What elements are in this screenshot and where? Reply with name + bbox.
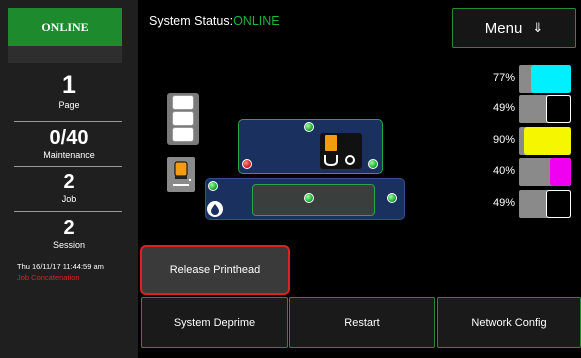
printhead-icon <box>324 135 355 167</box>
sidebar: ONLINE 1 Page 0/40 Maintenance 2 Job 2 S… <box>0 0 138 358</box>
ink-bar <box>519 190 571 218</box>
tray-slot <box>172 127 194 142</box>
printer-status-screen: ONLINE 1 Page 0/40 Maintenance 2 Job 2 S… <box>0 0 581 358</box>
supply-center-led <box>304 193 314 203</box>
maintenance-count-value: 0/40 <box>49 127 89 149</box>
sidebar-divider <box>14 166 122 167</box>
system-status-value: ONLINE <box>233 14 280 28</box>
ink-level-cyan: 77% <box>470 65 576 93</box>
badge-strip <box>8 46 122 63</box>
page-count-value: 1 <box>62 71 76 99</box>
tray-slot <box>172 111 194 126</box>
release-printhead-button[interactable]: Release Printhead <box>140 245 290 295</box>
ink-level-magenta: 40% <box>470 158 576 186</box>
page-count-label: Page <box>58 100 80 110</box>
ink-bar <box>519 65 571 93</box>
job-count-value: 2 <box>63 171 75 193</box>
ink-percent: 49% <box>492 197 515 209</box>
menu-label: Menu <box>484 19 523 37</box>
ink-level-black-2: 49% <box>470 190 576 218</box>
system-deprime-button[interactable]: System Deprime <box>141 297 288 348</box>
supply-right-led <box>387 193 397 203</box>
session-count-value: 2 <box>63 217 75 239</box>
online-badge: ONLINE <box>8 8 122 46</box>
ink-bar <box>519 127 571 155</box>
ink-percent: 40% <box>492 165 515 177</box>
maintenance-count-label: Maintenance <box>43 150 95 160</box>
system-status: System Status:ONLINE <box>149 14 280 28</box>
ink-level-black: 49% <box>470 95 576 123</box>
tray-slot <box>172 95 194 110</box>
printhead-status-led <box>304 122 314 132</box>
session-count-label: Session <box>52 240 86 250</box>
ink-fill <box>550 158 571 186</box>
job-count-label: Job <box>61 194 77 204</box>
ink-percent: 49% <box>492 102 515 114</box>
supply-left-led <box>208 181 218 191</box>
restart-button[interactable]: Restart <box>289 297 435 348</box>
ink-fill <box>530 65 571 93</box>
ink-drop-icon <box>207 201 223 217</box>
system-status-label: System Status: <box>149 14 234 28</box>
ink-fill <box>545 95 571 123</box>
job-status-message: Job Concatenation <box>17 273 80 282</box>
printhead-right-led <box>368 159 378 169</box>
page-counter: 1 Page <box>14 70 124 110</box>
ink-level-yellow: 90% <box>470 127 576 155</box>
ink-bar <box>519 158 571 186</box>
status-timestamp: Thu 16/11/17 11:44:59 am <box>17 262 104 271</box>
session-counter: 2 Session <box>14 216 124 250</box>
arrow-down-icon: ⇓ <box>532 20 544 35</box>
network-config-button[interactable]: Network Config <box>437 297 581 348</box>
sidebar-divider <box>14 211 122 212</box>
cartridge-slot <box>167 157 195 192</box>
ink-percent: 77% <box>492 72 515 84</box>
cartridge-icon <box>173 161 192 186</box>
ink-fill <box>524 127 571 155</box>
menu-button[interactable]: Menu ⇓ <box>452 8 576 48</box>
maintenance-counter: 0/40 Maintenance <box>14 126 124 160</box>
sidebar-divider <box>14 121 122 122</box>
ink-percent: 90% <box>492 134 515 146</box>
ink-fill <box>545 190 571 218</box>
job-counter: 2 Job <box>14 170 124 204</box>
error-led <box>242 159 252 169</box>
printhead-block <box>320 133 362 169</box>
ink-bar <box>519 95 571 123</box>
